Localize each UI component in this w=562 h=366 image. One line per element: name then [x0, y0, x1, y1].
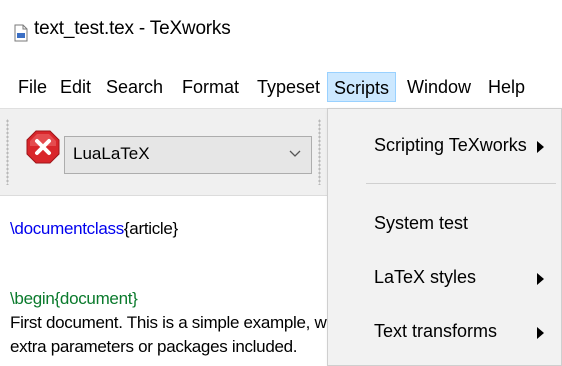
menu-scripts[interactable]: Scripts	[327, 72, 397, 102]
menu-edit[interactable]: Edit	[54, 72, 97, 102]
submenu-arrow-icon	[537, 273, 544, 285]
engine-selected-value: LuaLaTeX	[73, 144, 150, 163]
editor-line-3: First document. This is a simple example…	[10, 313, 358, 332]
editor-line-1: \documentclass{article}	[10, 219, 178, 239]
scripts-menu: Scripting TeXworks System test LaTeX sty…	[327, 108, 562, 366]
title-bar: text_test.tex - TeXworks	[0, 0, 562, 64]
toolbar-grip[interactable]	[6, 119, 9, 185]
window-title: text_test.tex - TeXworks	[34, 18, 231, 39]
menu-item-text-transforms[interactable]: Text transforms	[328, 315, 561, 351]
menu-bar: File Edit Search Format Typeset Scripts …	[0, 64, 562, 108]
toolbar-grip-right[interactable]	[318, 119, 321, 185]
editor-line-4: extra parameters or packages included.	[10, 337, 298, 356]
submenu-arrow-icon	[537, 141, 544, 153]
menu-search[interactable]: Search	[100, 72, 169, 102]
menu-item-label: System test	[374, 213, 469, 233]
latex-argument: {document}	[54, 289, 138, 308]
menu-item-label: Text transforms	[374, 321, 498, 341]
latex-command: \begin	[10, 289, 55, 308]
latex-command: \documentclass	[10, 219, 124, 238]
menu-help[interactable]: Help	[482, 72, 531, 102]
typeset-engine-select[interactable]: LuaLaTeX	[64, 136, 312, 174]
chevron-down-icon	[289, 150, 301, 157]
menu-typeset[interactable]: Typeset	[251, 72, 326, 102]
menu-item-system-test[interactable]: System test	[328, 207, 561, 243]
menu-file[interactable]: File	[12, 72, 53, 102]
menu-item-label: Scripting TeXworks	[374, 135, 527, 155]
submenu-arrow-icon	[537, 327, 544, 339]
menu-separator	[366, 183, 556, 184]
latex-argument: {article}	[123, 219, 178, 238]
menu-window[interactable]: Window	[401, 72, 477, 102]
menu-format[interactable]: Format	[176, 72, 245, 102]
menu-item-label: LaTeX styles	[374, 267, 477, 287]
tex-document-icon	[14, 24, 28, 42]
menu-item-latex-styles[interactable]: LaTeX styles	[328, 261, 561, 297]
menu-item-scripting-texworks[interactable]: Scripting TeXworks	[328, 129, 561, 165]
stop-icon[interactable]	[26, 130, 60, 164]
editor-line-2: \begin{document}	[10, 289, 138, 309]
